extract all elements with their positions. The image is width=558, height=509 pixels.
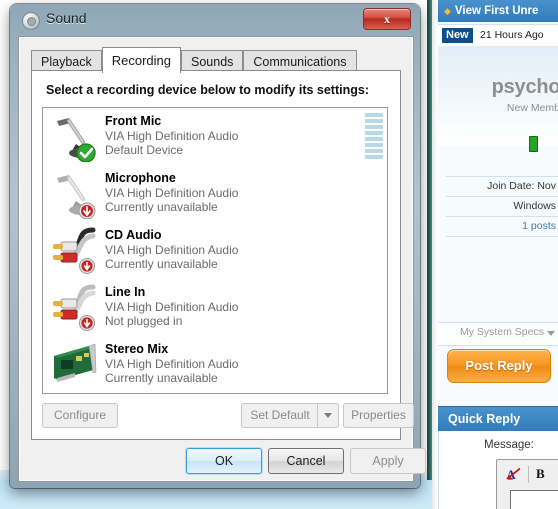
- bold-button[interactable]: B: [536, 466, 545, 482]
- ok-button[interactable]: OK: [186, 448, 262, 474]
- device-driver: VIA High Definition Audio: [105, 300, 239, 314]
- title-bar[interactable]: Sound x: [10, 4, 420, 34]
- recording-device-list[interactable]: Front Mic VIA High Definition Audio Defa…: [42, 107, 388, 394]
- tab-strip: Playback Recording Sounds Communications: [31, 47, 357, 73]
- level-meter: [365, 113, 383, 160]
- tab-recording[interactable]: Recording: [101, 47, 181, 73]
- window-title: Sound: [46, 10, 87, 26]
- device-text-cd-audio: CD Audio VIA High Definition Audio Curre…: [105, 228, 238, 271]
- device-driver: VIA High Definition Audio: [105, 243, 239, 257]
- post-reply-button[interactable]: Post Reply: [447, 349, 551, 383]
- view-first-unread-label: View First Unre: [454, 5, 539, 17]
- forum-post-panel: ◆ View First Unre New 21 Hours Ago psycho…: [438, 0, 558, 509]
- configure-button[interactable]: Configure: [42, 403, 118, 428]
- quick-reply-title: Quick Reply: [448, 412, 521, 426]
- sound-dialog-window: Sound x Playback Recording Sounds Commun…: [10, 4, 426, 488]
- device-status: Not plugged in: [105, 314, 183, 328]
- device-driver: VIA High Definition Audio: [105, 129, 239, 143]
- my-system-specs-toggle[interactable]: My System Specs: [438, 322, 558, 346]
- post-timestamp: 21 Hours Ago: [480, 29, 544, 41]
- dialog-client-area: Playback Recording Sounds Communications…: [18, 36, 426, 482]
- chevron-down-icon: [324, 413, 332, 419]
- post-meta-row: New 21 Hours Ago: [438, 24, 558, 47]
- device-status: Default Device: [105, 143, 184, 157]
- user-stats-list: Join Date: Nov Windows 1 posts: [446, 176, 558, 237]
- apply-button[interactable]: Apply: [350, 448, 426, 474]
- view-first-unread-link[interactable]: ◆ View First Unre: [438, 0, 558, 22]
- rca-cable-icon: [53, 227, 96, 274]
- device-row-microphone[interactable]: Microphone VIA High Definition Audio Cur…: [43, 165, 387, 222]
- device-text-line-in: Line In VIA High Definition Audio Not pl…: [105, 285, 238, 328]
- microphone-icon: [57, 118, 96, 162]
- username-label[interactable]: psychor: [492, 76, 558, 99]
- device-text-microphone: Microphone VIA High Definition Audio Cur…: [105, 171, 238, 214]
- online-status-indicator: [529, 136, 538, 152]
- post-reply-label: Post Reply: [465, 358, 533, 373]
- quick-reply-body: Message: A B: [438, 431, 558, 509]
- device-driver: VIA High Definition Audio: [105, 186, 239, 200]
- rca-cable-icon: [53, 284, 96, 331]
- cancel-button[interactable]: Cancel: [268, 448, 344, 474]
- device-text-front-mic: Front Mic VIA High Definition Audio Defa…: [105, 114, 238, 157]
- device-text-stereo-mix: Stereo Mix VIA High Definition Audio Cur…: [105, 342, 238, 385]
- recording-tab-panel: Select a recording device below to modif…: [31, 70, 414, 440]
- new-badge: New: [442, 28, 473, 43]
- diamond-icon: ◆: [444, 6, 451, 16]
- quick-reply-header: Quick Reply: [438, 406, 558, 432]
- panel-instruction: Select a recording device below to modif…: [46, 83, 369, 97]
- properties-button[interactable]: Properties: [343, 403, 414, 428]
- toolbar-divider: [528, 466, 529, 483]
- message-label: Message:: [484, 439, 534, 451]
- device-row-cd-audio[interactable]: CD Audio VIA High Definition Audio Curre…: [43, 222, 387, 279]
- device-name: Line In: [105, 285, 146, 299]
- device-name: Front Mic: [105, 114, 162, 128]
- microphone-icon: [57, 175, 96, 219]
- member-rank-label: New Memb: [506, 102, 558, 114]
- editor-toolbar: A B: [503, 464, 558, 486]
- message-textarea[interactable]: [510, 490, 558, 509]
- set-default-button[interactable]: Set Default: [241, 403, 318, 428]
- set-default-dropdown-arrow[interactable]: [317, 403, 339, 428]
- speaker-icon: [22, 12, 40, 30]
- remove-formatting-icon[interactable]: A: [505, 466, 523, 483]
- post-count-row[interactable]: 1 posts: [446, 216, 558, 237]
- device-row-front-mic[interactable]: Front Mic VIA High Definition Audio Defa…: [43, 108, 387, 165]
- device-status: Currently unavailable: [105, 371, 218, 385]
- device-name: Stereo Mix: [105, 342, 169, 356]
- join-date-row: Join Date: Nov: [446, 176, 558, 196]
- sound-card-icon: [54, 343, 97, 382]
- device-row-line-in[interactable]: Line In VIA High Definition Audio Not pl…: [43, 279, 387, 336]
- os-row: Windows: [446, 196, 558, 216]
- my-system-specs-label: My System Specs: [459, 326, 544, 338]
- device-status: Currently unavailable: [105, 257, 218, 271]
- device-driver: VIA High Definition Audio: [105, 357, 239, 371]
- close-icon[interactable]: x: [363, 8, 411, 30]
- device-status: Currently unavailable: [105, 200, 218, 214]
- device-name: Microphone: [105, 171, 176, 185]
- device-name: CD Audio: [105, 228, 162, 242]
- message-editor[interactable]: A B: [496, 459, 558, 509]
- device-row-stereo-mix[interactable]: Stereo Mix VIA High Definition Audio Cur…: [43, 336, 387, 393]
- user-info-block: psychor New Memb: [438, 46, 558, 146]
- chevron-down-icon: [547, 331, 555, 336]
